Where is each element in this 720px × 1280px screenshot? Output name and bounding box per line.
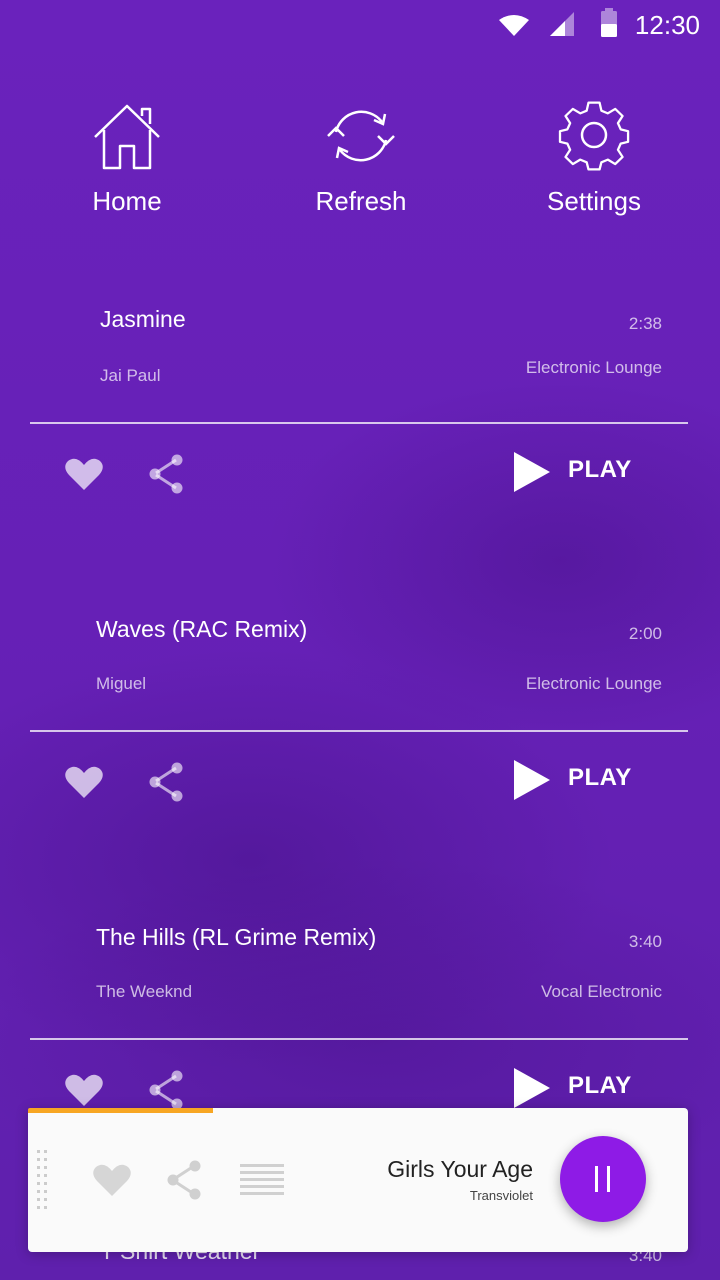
play-button[interactable]: PLAY — [512, 758, 652, 804]
play-button[interactable]: PLAY — [512, 450, 652, 496]
track-duration: 2:38 — [628, 314, 662, 333]
nav-refresh-label: Refresh — [315, 186, 407, 216]
track-artist: The Weeknd — [96, 982, 193, 1001]
nav-refresh[interactable]: Refresh — [261, 100, 461, 217]
gear-icon — [558, 101, 630, 171]
now-playing-title: Girls Your Age — [387, 1156, 533, 1182]
wifi-icon — [499, 15, 529, 36]
pause-icon — [607, 1166, 610, 1192]
divider — [30, 730, 688, 732]
play-icon — [514, 760, 550, 800]
share-icon[interactable] — [164, 1158, 204, 1202]
track-title: Jasmine — [100, 306, 186, 332]
play-label: PLAY — [568, 1072, 632, 1099]
play-label: PLAY — [568, 764, 632, 791]
now-playing-artist: Transviolet — [469, 1188, 533, 1203]
playlist-icon[interactable] — [240, 1164, 284, 1196]
heart-icon[interactable] — [92, 1162, 132, 1198]
play-icon — [514, 452, 550, 492]
pause-button[interactable] — [560, 1136, 646, 1222]
heart-icon[interactable] — [64, 1072, 104, 1108]
track-genre: Vocal Electronic — [541, 982, 662, 1001]
heart-icon[interactable] — [64, 456, 104, 492]
progress-bar[interactable] — [28, 1108, 213, 1113]
drag-handle-icon[interactable] — [36, 1150, 50, 1212]
pause-icon — [595, 1166, 598, 1192]
divider — [30, 422, 688, 424]
track-duration: 3:40 — [628, 932, 662, 951]
share-icon[interactable] — [146, 452, 186, 496]
nav-settings[interactable]: Settings — [494, 100, 694, 217]
play-icon — [514, 1068, 550, 1108]
share-icon[interactable] — [146, 1068, 186, 1112]
track-card[interactable]: Waves (RAC Remix) 2:00 Miguel Electronic… — [30, 616, 688, 906]
top-nav: Home Refresh Settings — [0, 100, 720, 230]
track-actions: PLAY — [30, 446, 688, 506]
status-bar: 12:30 — [0, 0, 720, 50]
nav-settings-label: Settings — [547, 186, 641, 216]
refresh-icon — [327, 110, 395, 162]
play-label: PLAY — [568, 456, 632, 483]
track-genre: Electronic Lounge — [525, 358, 662, 377]
clock: 12:30 — [634, 10, 700, 40]
heart-icon[interactable] — [64, 764, 104, 800]
track-artist: Jai Paul — [100, 366, 161, 385]
track-title: The Hills (RL Grime Remix) — [96, 924, 377, 950]
track-title: Waves (RAC Remix) — [96, 616, 308, 642]
play-button[interactable]: PLAY — [512, 1066, 652, 1112]
track-genre: Electronic Lounge — [525, 674, 662, 693]
track-artist: Miguel — [96, 674, 147, 693]
track-card[interactable]: Jasmine 2:38 Jai Paul Electronic Lounge … — [30, 306, 688, 596]
signal-icon — [550, 12, 574, 36]
nav-home-label: Home — [92, 186, 162, 216]
home-icon — [94, 104, 160, 170]
track-actions: PLAY — [30, 754, 688, 814]
divider — [30, 1038, 688, 1040]
battery-icon — [601, 8, 617, 37]
nav-home[interactable]: Home — [27, 100, 227, 217]
track-duration: 2:00 — [628, 624, 662, 643]
share-icon[interactable] — [146, 760, 186, 804]
